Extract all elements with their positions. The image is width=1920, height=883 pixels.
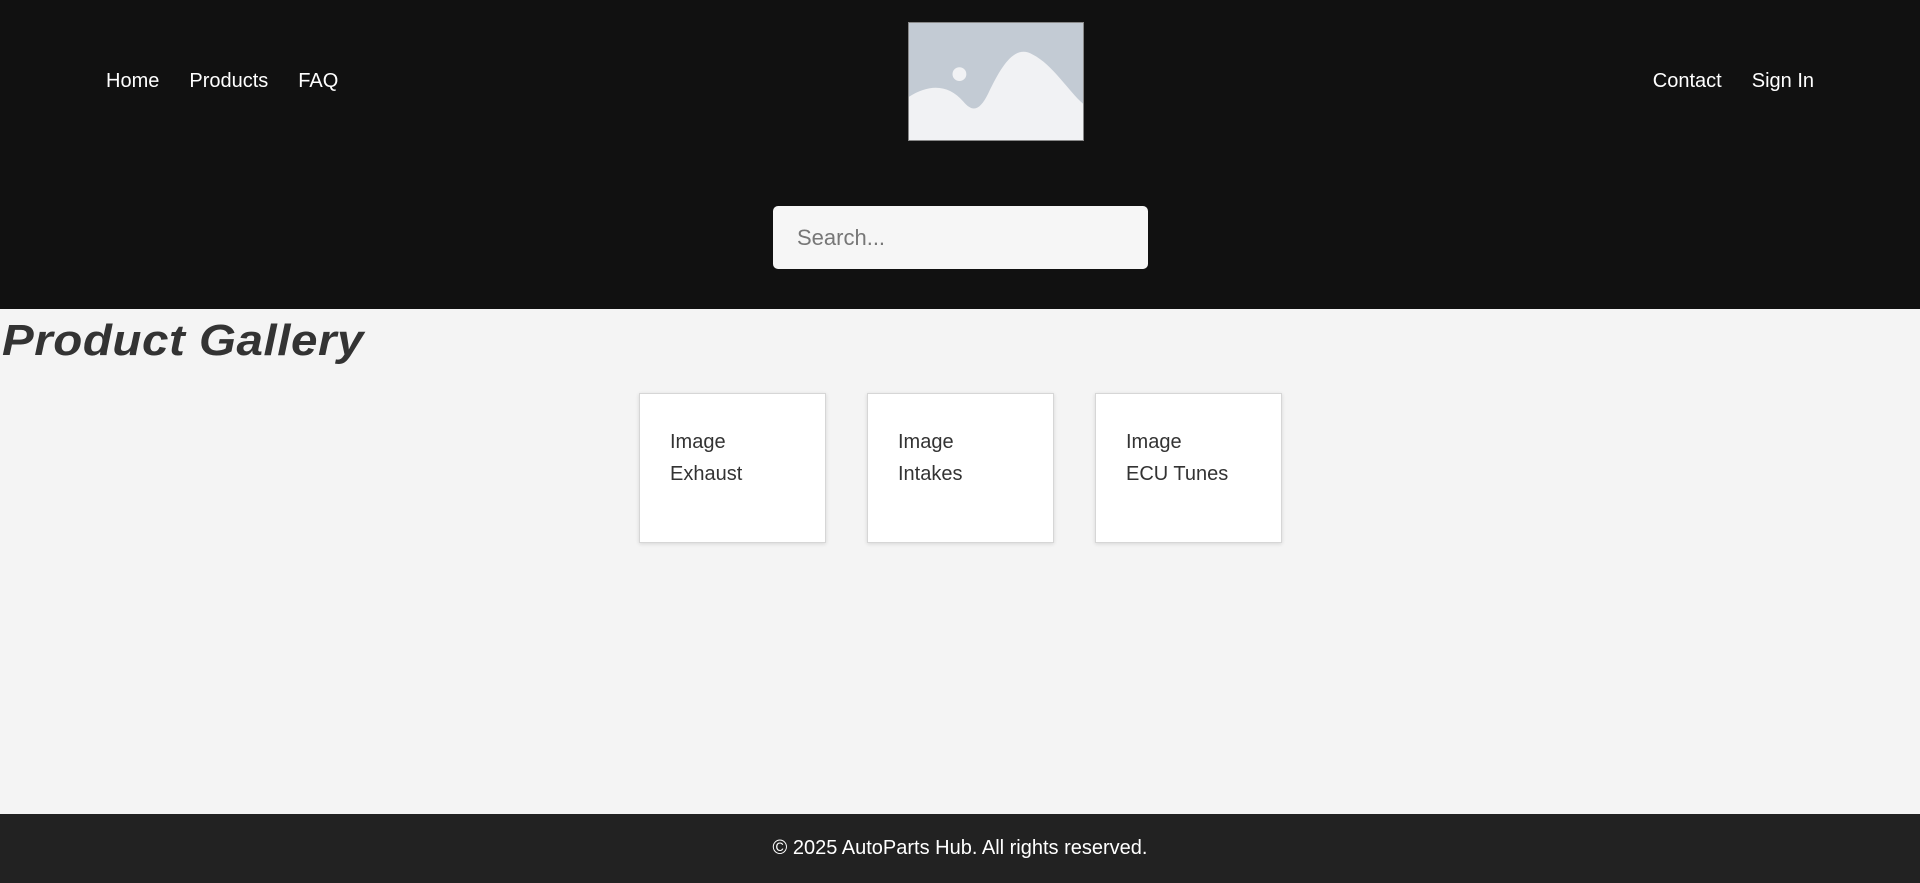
page: Home Products FAQ Contact Sign In Produc… (0, 0, 1920, 883)
nav-link-home[interactable]: Home (106, 69, 159, 93)
card-image-label: Image (670, 431, 726, 453)
logo-image-placeholder-icon[interactable] (908, 22, 1084, 141)
page-title: Product Gallery (2, 316, 364, 365)
card-product-name: Intakes (898, 463, 963, 485)
card-image-label: Image (1126, 431, 1182, 453)
primary-nav: Home Products FAQ (106, 69, 338, 93)
product-card-list: Image Exhaust Image Intakes Image ECU Tu… (639, 393, 1282, 543)
nav-link-contact[interactable]: Contact (1653, 69, 1722, 93)
nav-link-faq[interactable]: FAQ (298, 69, 338, 93)
search-input[interactable] (773, 206, 1148, 269)
product-card-intakes[interactable]: Image Intakes (867, 393, 1054, 543)
site-footer: © 2025 AutoParts Hub. All rights reserve… (0, 814, 1920, 883)
product-card-exhaust[interactable]: Image Exhaust (639, 393, 826, 543)
search-bar (773, 206, 1148, 269)
card-product-name: Exhaust (670, 463, 743, 485)
secondary-nav: Contact Sign In (1653, 69, 1814, 93)
card-image-label: Image (898, 431, 954, 453)
card-product-name: ECU Tunes (1126, 463, 1229, 485)
copyright-text: © 2025 AutoParts Hub. All rights reserve… (772, 837, 1148, 859)
nav-link-products[interactable]: Products (189, 69, 268, 93)
site-header: Home Products FAQ Contact Sign In (0, 0, 1920, 309)
nav-link-sign-in[interactable]: Sign In (1752, 69, 1814, 93)
product-card-ecu-tunes[interactable]: Image ECU Tunes (1095, 393, 1282, 543)
